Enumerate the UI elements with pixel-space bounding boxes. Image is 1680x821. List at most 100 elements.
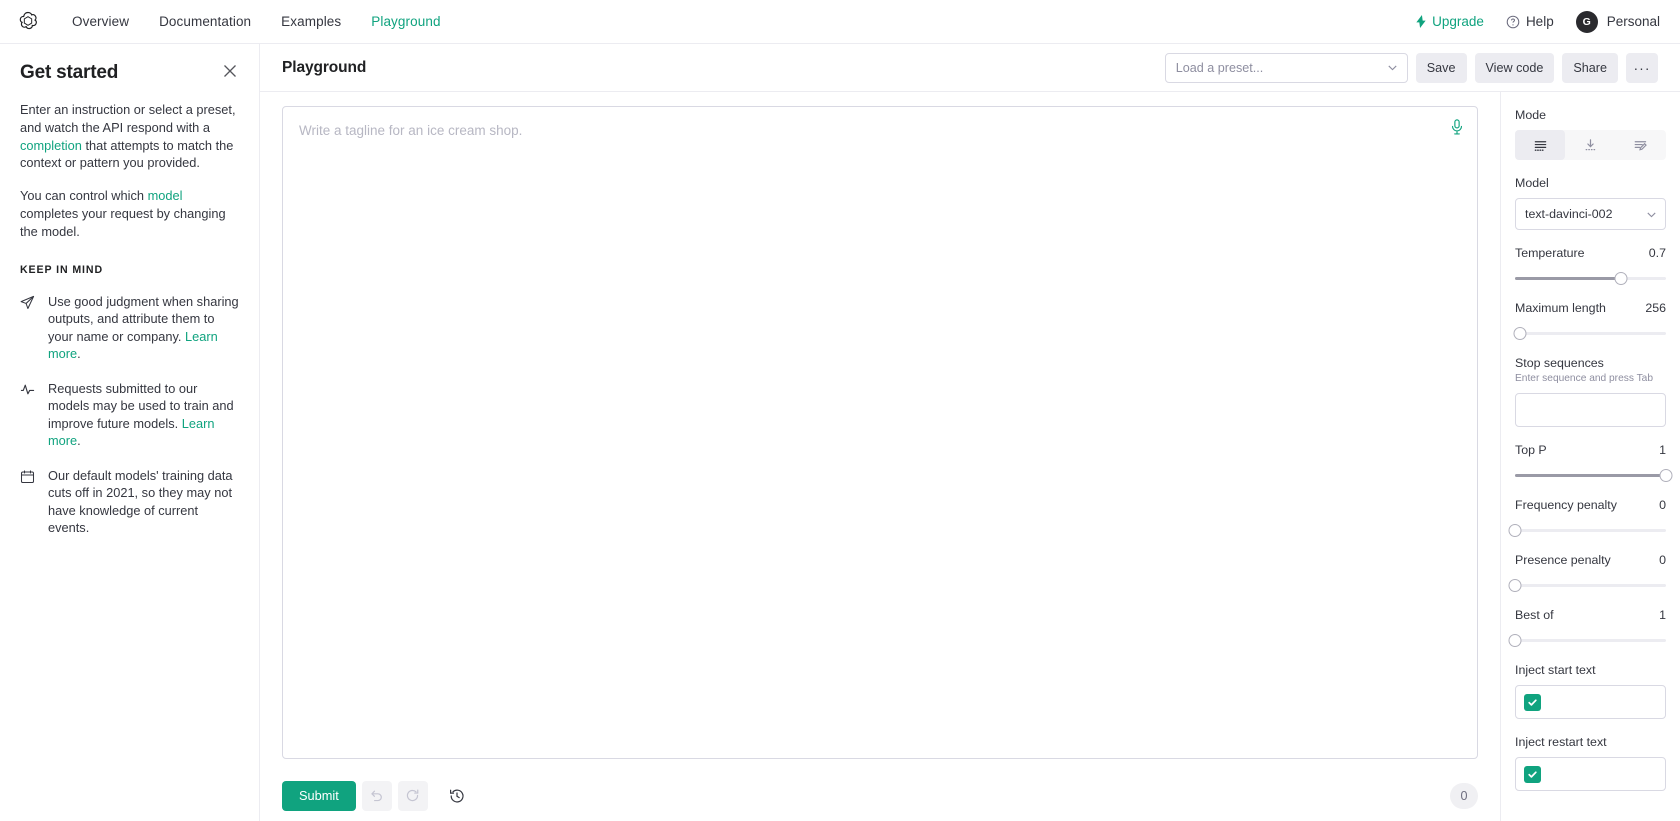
load-preset-placeholder: Load a preset... bbox=[1175, 60, 1264, 75]
undo-arrow-icon[interactable] bbox=[361, 780, 392, 811]
presence-penalty-slider[interactable] bbox=[1508, 578, 1666, 592]
chevron-down-icon bbox=[1645, 208, 1658, 221]
kim-1-suffix: . bbox=[77, 433, 81, 449]
app-body: Get started Enter an instruction or sele… bbox=[0, 44, 1680, 821]
slider-track bbox=[1515, 584, 1666, 587]
slider-thumb[interactable] bbox=[1508, 634, 1522, 647]
playground-actions: Load a preset... Save View code Share ··… bbox=[1164, 52, 1658, 83]
best-of-slider[interactable] bbox=[1508, 633, 1666, 647]
paragraph-1-part-1: Enter an instruction or select a preset,… bbox=[20, 102, 236, 135]
maximum-length-label: Maximum length bbox=[1515, 301, 1606, 315]
nav-link-documentation[interactable]: Documentation bbox=[159, 14, 251, 29]
frequency-penalty-slider[interactable] bbox=[1508, 523, 1666, 537]
nav-right-group: Upgrade Help G Personal bbox=[1415, 10, 1660, 33]
temperature-label: Temperature bbox=[1515, 246, 1585, 260]
stop-sequences-hint: Enter sequence and press Tab bbox=[1515, 373, 1654, 384]
model-group: Model text-davinci-002 bbox=[1515, 176, 1666, 230]
mode-option-complete[interactable] bbox=[1515, 130, 1566, 160]
slider-thumb[interactable] bbox=[1614, 272, 1628, 285]
load-preset-select[interactable]: Load a preset... bbox=[1164, 52, 1408, 83]
stop-sequences-input[interactable] bbox=[1515, 393, 1666, 427]
keep-in-mind-item-text: Our default models' training data cuts o… bbox=[48, 467, 233, 536]
nav-link-playground[interactable]: Playground bbox=[371, 14, 440, 29]
model-link[interactable]: model bbox=[148, 188, 183, 203]
activity-pulse-icon bbox=[20, 380, 36, 450]
best-of-label: Best of bbox=[1515, 608, 1554, 622]
paragraph-2-part-2: completes your request by changing the m… bbox=[20, 205, 226, 239]
inject-restart-text-checkbox[interactable] bbox=[1524, 765, 1541, 783]
slider-thumb[interactable] bbox=[1508, 579, 1522, 592]
stop-sequences-group: Stop sequences Enter sequence and press … bbox=[1515, 356, 1666, 427]
top-p-value: 1 bbox=[1659, 443, 1666, 457]
inject-restart-text-group: Inject restart text bbox=[1515, 735, 1666, 791]
paper-plane-icon bbox=[20, 293, 36, 363]
share-button[interactable]: Share bbox=[1562, 52, 1618, 83]
inject-start-text-checkbox[interactable] bbox=[1524, 693, 1541, 711]
top-p-slider[interactable] bbox=[1515, 468, 1673, 482]
save-button[interactable]: Save bbox=[1415, 52, 1467, 83]
inject-restart-text-input[interactable] bbox=[1515, 757, 1666, 791]
lightning-bolt-icon bbox=[1415, 15, 1427, 28]
submit-button[interactable]: Submit bbox=[282, 780, 356, 811]
account-menu[interactable]: G Personal bbox=[1575, 10, 1660, 33]
temperature-group: Temperature 0.7 bbox=[1515, 246, 1666, 285]
prompt-textarea[interactable]: Write a tagline for an ice cream shop. bbox=[282, 106, 1478, 759]
maximum-length-slider[interactable] bbox=[1513, 326, 1666, 340]
maximum-length-value: 256 bbox=[1645, 301, 1666, 315]
help-button[interactable]: Help bbox=[1506, 14, 1554, 29]
keep-in-mind-item: Our default models' training data cuts o… bbox=[20, 467, 239, 537]
microphone-icon[interactable] bbox=[1450, 119, 1464, 135]
nav-link-overview[interactable]: Overview bbox=[72, 14, 129, 29]
keep-in-mind-item: Requests submitted to our models may be … bbox=[20, 380, 239, 450]
openai-logo-icon[interactable] bbox=[14, 8, 42, 36]
close-icon[interactable] bbox=[221, 62, 239, 80]
sidebar-paragraph-2: You can control which model completes yo… bbox=[20, 187, 239, 240]
slider-thumb[interactable] bbox=[1508, 524, 1522, 537]
presence-penalty-label: Presence penalty bbox=[1515, 553, 1611, 567]
mode-option-insert[interactable] bbox=[1565, 130, 1615, 160]
kim-0-suffix: . bbox=[77, 346, 81, 362]
mode-option-edit[interactable] bbox=[1616, 130, 1666, 160]
question-circle-icon bbox=[1506, 15, 1520, 29]
clock-history-icon[interactable] bbox=[442, 781, 472, 811]
best-of-group: Best of 1 bbox=[1508, 608, 1666, 647]
sidebar-header: Get started bbox=[20, 62, 239, 84]
temperature-slider[interactable] bbox=[1515, 271, 1666, 285]
model-select[interactable]: text-davinci-002 bbox=[1515, 198, 1666, 230]
stop-sequences-label: Stop sequences bbox=[1515, 356, 1604, 370]
keep-in-mind-item: Use good judgment when sharing outputs, … bbox=[20, 293, 239, 363]
frequency-penalty-group: Frequency penalty 0 bbox=[1508, 498, 1666, 537]
page-title: Get started bbox=[20, 62, 119, 83]
model-label: Model bbox=[1515, 176, 1549, 190]
slider-track bbox=[1515, 639, 1666, 642]
frequency-penalty-label: Frequency penalty bbox=[1515, 498, 1617, 512]
playground-main: Playground Load a preset... Save View co… bbox=[260, 44, 1680, 821]
calendar-icon bbox=[20, 467, 36, 537]
top-navigation-bar: Overview Documentation Examples Playgrou… bbox=[0, 0, 1680, 44]
paragraph-2-part-1: You can control which bbox=[20, 188, 148, 204]
mode-label: Mode bbox=[1515, 108, 1546, 122]
mode-group: Mode bbox=[1515, 108, 1666, 160]
temperature-value: 0.7 bbox=[1648, 246, 1666, 260]
slider-thumb[interactable] bbox=[1513, 327, 1527, 340]
editor-and-settings: Write a tagline for an ice cream shop. S… bbox=[260, 92, 1680, 821]
slider-fill bbox=[1515, 474, 1666, 477]
slider-thumb[interactable] bbox=[1659, 469, 1673, 482]
insert-download-icon bbox=[1583, 138, 1598, 153]
keep-in-mind-heading: KEEP IN MIND bbox=[20, 263, 104, 276]
top-p-group: Top P 1 bbox=[1515, 443, 1673, 482]
view-code-button[interactable]: View code bbox=[1474, 52, 1555, 83]
inject-start-text-input[interactable] bbox=[1515, 685, 1666, 719]
more-options-button[interactable]: ··· bbox=[1626, 52, 1658, 83]
slider-track bbox=[1515, 332, 1666, 335]
nav-link-examples[interactable]: Examples bbox=[281, 14, 341, 29]
refresh-arrow-icon[interactable] bbox=[397, 780, 428, 811]
editor-footer: Submit 0 bbox=[282, 759, 1478, 821]
account-label: Personal bbox=[1606, 14, 1660, 29]
avatar: G bbox=[1575, 10, 1598, 33]
upgrade-button[interactable]: Upgrade bbox=[1415, 14, 1484, 29]
inject-start-text-group: Inject start text bbox=[1515, 663, 1666, 719]
complete-lines-icon bbox=[1533, 138, 1548, 153]
editor-column: Write a tagline for an ice cream shop. S… bbox=[260, 92, 1500, 821]
completion-link[interactable]: completion bbox=[20, 138, 82, 153]
